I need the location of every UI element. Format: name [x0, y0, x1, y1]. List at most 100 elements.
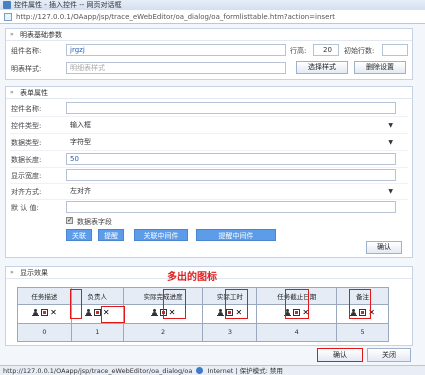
page-icon: [4, 13, 12, 21]
form-icon[interactable]: [359, 309, 367, 317]
user-icon[interactable]: [31, 309, 39, 317]
control-name-label: 控件名称:: [11, 105, 42, 113]
column-header: 任务描述: [17, 287, 72, 305]
status-zone: Internet | 保护模式: 禁用: [207, 367, 283, 375]
db-field-checkbox[interactable]: [66, 216, 73, 224]
default-value-input[interactable]: [66, 201, 396, 213]
globe-icon: [196, 367, 204, 374]
display-width-input[interactable]: [66, 169, 396, 181]
table-style-label: 明表样式:: [11, 65, 42, 73]
component-name-input[interactable]: jrgzj: [66, 44, 286, 56]
address-url: http://127.0.0.1/OAapp/jsp/trace_eWebEdi…: [16, 13, 336, 21]
user-icon[interactable]: [150, 309, 158, 317]
delete-icon[interactable]: ✕: [169, 309, 176, 317]
address-bar: http://127.0.0.1/OAapp/jsp/trace_eWebEdi…: [0, 10, 425, 24]
column-header: 实际完成进度: [122, 287, 204, 305]
align-value: 左对齐: [70, 187, 91, 195]
column-header: 实际工时: [202, 287, 258, 305]
table-cell: ✕: [202, 304, 258, 324]
row-height-label: 行高:: [290, 47, 307, 55]
default-value-label: 默 认 值:: [11, 204, 39, 212]
data-length-label: 数据长度:: [11, 156, 42, 164]
form-icon[interactable]: [40, 309, 48, 317]
data-type-label: 数据类型:: [11, 139, 42, 147]
app-icon: [3, 1, 11, 9]
form-props-header[interactable]: » 表单属性: [6, 87, 412, 99]
collapse-icon[interactable]: »: [10, 270, 16, 276]
index-cell: 1: [70, 322, 124, 342]
db-field-checkbox-label: 数据表字段: [77, 218, 112, 226]
init-rows-label: 初始行数:: [344, 47, 375, 55]
basic-params-panel: » 明表基础参数 组件名称: jrgzj 行高: 20 初始行数: 明表样式: …: [5, 28, 413, 80]
align-label: 对齐方式:: [11, 188, 42, 196]
index-cell: 5: [336, 322, 389, 342]
table-cell: ✕: [256, 304, 338, 324]
basic-params-header[interactable]: » 明表基础参数: [6, 29, 412, 41]
divider: [10, 199, 408, 200]
window-title: 控件属性 - 插入控件 -- 网页对话框: [14, 1, 122, 9]
table-cell: ✕: [336, 304, 389, 324]
collapse-icon[interactable]: »: [10, 32, 16, 38]
remind-button[interactable]: 提醒: [98, 229, 124, 241]
preview-table: 任务描述 负责人 实际完成进度 实际工时 任务截止日期 备注 ✕ ✕ ✕ ✕ ✕…: [17, 287, 389, 342]
delete-icon[interactable]: ✕: [368, 309, 375, 317]
display-width-label: 显示宽度:: [11, 172, 42, 180]
delete-icon[interactable]: ✕: [103, 309, 110, 317]
table-cell: ✕: [17, 304, 72, 324]
data-type-value: 字符型: [70, 138, 91, 146]
annotation-text: 多出的图标: [167, 272, 217, 283]
close-button[interactable]: 关闭: [367, 348, 411, 362]
link-button[interactable]: 关联: [66, 229, 92, 241]
column-header: 负责人: [70, 287, 124, 305]
table-cell: ✕: [70, 304, 124, 324]
control-name-input[interactable]: [66, 102, 396, 114]
user-icon[interactable]: [217, 309, 225, 317]
init-rows-input[interactable]: [382, 44, 408, 56]
control-type-select[interactable]: 输入框 ▼: [66, 119, 396, 131]
table-cell: ✕: [122, 304, 204, 324]
status-bar: http://127.0.0.1/OAapp/jsp/trace_eWebEdi…: [0, 365, 425, 375]
dropdown-arrow-icon: ▼: [388, 139, 393, 146]
user-icon[interactable]: [350, 309, 358, 317]
control-type-value: 输入框: [70, 121, 91, 129]
form-icon[interactable]: [226, 309, 234, 317]
table-style-input[interactable]: 明细表样式: [66, 62, 286, 74]
control-type-label: 控件类型:: [11, 122, 42, 130]
index-cell: 0: [17, 322, 72, 342]
link-middleware-button[interactable]: 关联中间件: [134, 229, 188, 241]
index-cell: 2: [122, 322, 204, 342]
divider: [10, 167, 408, 168]
props-confirm-button[interactable]: 确认: [366, 241, 402, 254]
align-select[interactable]: 左对齐 ▼: [66, 185, 396, 197]
select-style-button[interactable]: 选择样式: [296, 61, 348, 74]
column-header: 备注: [336, 287, 389, 305]
basic-params-title: 明表基础参数: [20, 31, 62, 39]
index-cell: 4: [256, 322, 338, 342]
form-props-panel: » 表单属性 控件名称: 控件类型: 输入框 ▼ 数据类型: 字符型 ▼ 数据长…: [5, 86, 413, 258]
delete-icon[interactable]: ✕: [235, 309, 243, 317]
column-header: 任务截止日期: [256, 287, 338, 305]
form-icon[interactable]: [93, 309, 101, 317]
remind-middleware-button[interactable]: 提醒中间件: [196, 229, 276, 241]
user-icon[interactable]: [284, 309, 292, 317]
row-height-input[interactable]: 20: [313, 44, 339, 56]
data-length-input[interactable]: 50: [66, 153, 396, 165]
data-type-select[interactable]: 字符型 ▼: [66, 136, 396, 148]
form-props-title: 表单属性: [20, 89, 48, 97]
delete-icon[interactable]: ✕: [50, 309, 57, 317]
index-cell: 3: [202, 322, 258, 342]
delete-icon[interactable]: ✕: [302, 309, 309, 317]
ok-button[interactable]: 确认: [317, 348, 363, 362]
preview-title: 显示效果: [20, 269, 48, 277]
delete-setting-button[interactable]: 删除设置: [354, 61, 406, 74]
divider: [10, 183, 408, 184]
collapse-icon[interactable]: »: [10, 90, 16, 96]
dropdown-arrow-icon: ▼: [388, 122, 393, 129]
divider: [10, 133, 408, 134]
dropdown-arrow-icon: ▼: [388, 188, 393, 195]
window-titlebar: 控件属性 - 插入控件 -- 网页对话框: [0, 0, 425, 10]
form-icon[interactable]: [159, 309, 167, 317]
divider: [10, 150, 408, 151]
form-icon[interactable]: [293, 309, 301, 317]
user-icon[interactable]: [84, 309, 92, 317]
